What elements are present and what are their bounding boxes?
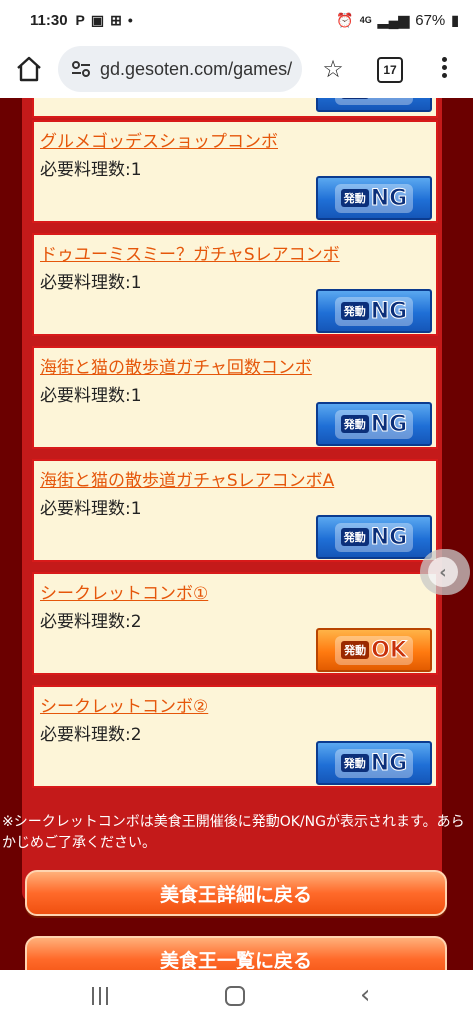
system-icons: ⏰ 4G ▂▄▆ 67% ▮ — [336, 0, 459, 40]
edge-panel-handle[interactable]: ‹ — [420, 549, 470, 595]
battery-icon: ▮ — [451, 11, 459, 28]
browser-toolbar: gd.gesoten.com/games/ ☆ 17 — [0, 40, 473, 98]
notification-icons: P ▣ ⊞ • — [76, 12, 133, 29]
status-badge-ng: 発動 NG — [316, 98, 432, 112]
home-icon[interactable] — [14, 54, 44, 84]
status-bar: 11:30 P ▣ ⊞ • ⏰ 4G ▂▄▆ 67% ▮ — [0, 0, 473, 40]
combo-title-link[interactable]: グルメゴッデスショップコンボ — [40, 127, 278, 152]
alarm-icon: ⏰ — [336, 11, 354, 28]
bookmark-star-icon[interactable]: ☆ — [318, 54, 348, 84]
required-dishes: 必要料理数:1 — [40, 499, 142, 519]
secret-combo-note: ※シークレットコンボは美食王開催後に発動OK/NGが表示されます。あらかじめご了… — [2, 814, 465, 851]
required-dishes: 必要料理数:2 — [40, 612, 142, 632]
plus-box-icon: ⊞ — [110, 11, 122, 28]
status-badge-ng: 発動 NG — [316, 741, 432, 785]
combo-card: シークレットコンボ② 必要料理数:2 発動 NG — [32, 685, 438, 788]
more-menu-icon[interactable] — [434, 54, 454, 84]
required-dishes: 必要料理数:2 — [40, 725, 142, 745]
combo-title-link[interactable]: 海街と猫の散歩道ガチャ回数コンボ — [40, 353, 312, 378]
status-badge-ng: 発動 NG — [316, 515, 432, 559]
status-badge-ng: 発動 NG — [316, 402, 432, 446]
required-dishes: 必要料理数:1 — [40, 273, 142, 293]
address-bar[interactable]: gd.gesoten.com/games/ — [58, 46, 302, 92]
combo-title-link[interactable]: ドゥユーミスミー？ガチャSレアコンボ — [40, 240, 340, 265]
url-text: gd.gesoten.com/games/ — [100, 58, 293, 79]
status-badge-ng: 発動 NG — [316, 176, 432, 220]
back-to-list-button[interactable]: 美食王一覧に戻る — [25, 936, 447, 970]
status-badge-ok: 発動 OK — [316, 628, 432, 672]
combo-card: シークレットコンボ① 必要料理数:2 発動 OK — [32, 572, 438, 675]
recent-apps-icon[interactable] — [92, 987, 112, 1005]
combo-card-partial: 発動 NG — [32, 98, 438, 118]
tab-switcher-button[interactable]: 17 — [377, 57, 403, 83]
status-badge-ng: 発動 NG — [316, 289, 432, 333]
network-type: 4G — [359, 15, 372, 25]
battery-level: 67% — [415, 11, 446, 29]
site-settings-icon[interactable] — [70, 58, 92, 80]
combo-card: グルメゴッデスショップコンボ 必要料理数:1 発動 NG — [32, 120, 438, 223]
combo-card: 海街と猫の散歩道ガチャ回数コンボ 必要料理数:1 発動 NG — [32, 346, 438, 449]
clock: 11:30 — [30, 11, 68, 29]
signal-icon: ▂▄▆ — [377, 11, 410, 28]
combo-title-link[interactable]: 海街と猫の散歩道ガチャSレアコンボA — [40, 466, 334, 491]
combo-card: 海街と猫の散歩道ガチャSレアコンボA 必要料理数:1 発動 NG — [32, 459, 438, 562]
parking-icon: P — [75, 12, 85, 28]
system-nav-bar: ‹ — [0, 970, 473, 1024]
required-dishes: 必要料理数:1 — [40, 386, 142, 406]
chevron-left-icon: ‹ — [428, 557, 458, 587]
dot-icon: • — [127, 12, 133, 28]
home-nav-icon[interactable] — [225, 986, 245, 1006]
combo-title-link[interactable]: シークレットコンボ① — [40, 579, 208, 604]
combo-title-link[interactable]: シークレットコンボ② — [40, 692, 208, 717]
page-content: 発動 NG グルメゴッデスショップコンボ 必要料理数:1 発動 NG ドゥユーミ… — [0, 98, 473, 970]
required-dishes: 必要料理数:1 — [40, 160, 142, 180]
combo-card: ドゥユーミスミー？ガチャSレアコンボ 必要料理数:1 発動 NG — [32, 233, 438, 336]
image-icon: ▣ — [90, 11, 105, 28]
back-to-detail-button[interactable]: 美食王詳細に戻る — [25, 870, 447, 916]
back-nav-icon[interactable]: ‹ — [360, 980, 370, 1010]
